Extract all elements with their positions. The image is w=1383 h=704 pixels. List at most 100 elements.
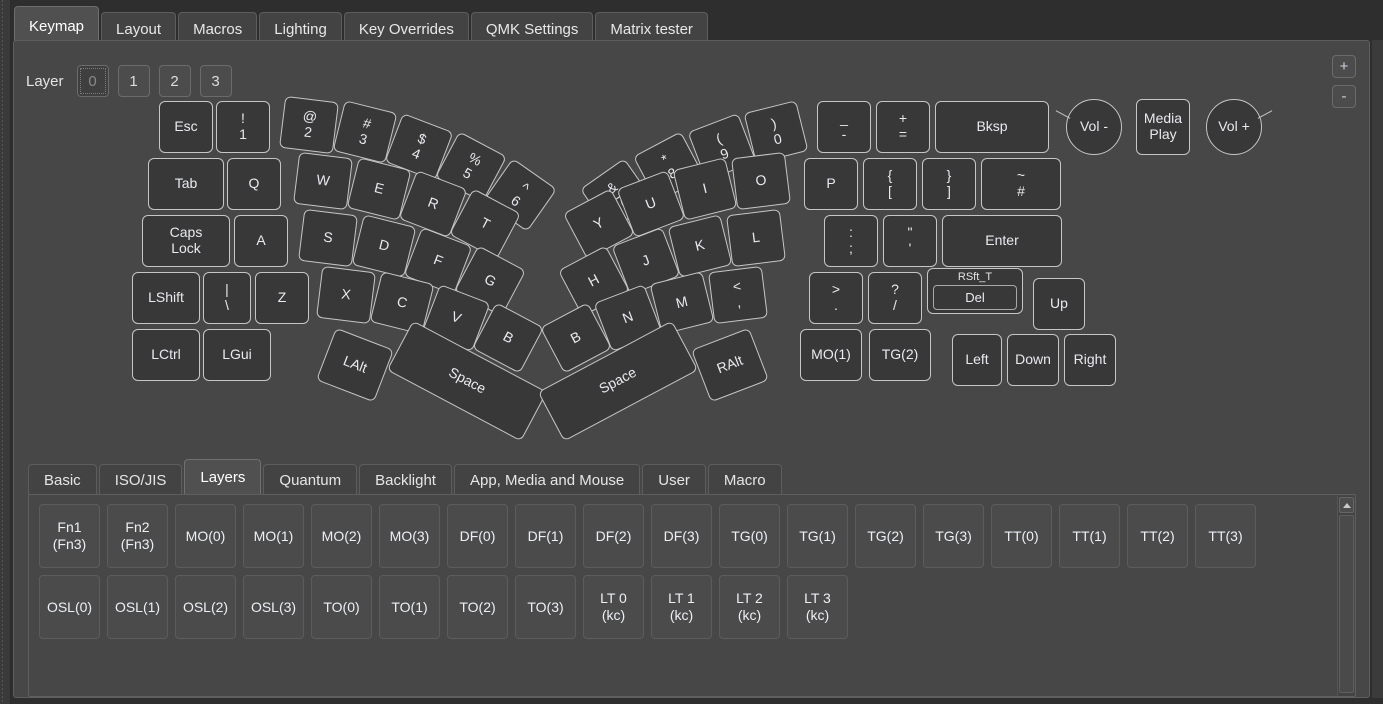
key-left[interactable]: Left [952, 334, 1002, 386]
key-key[interactable]: ? / [868, 272, 922, 324]
key-bksp[interactable]: Bksp [935, 101, 1049, 153]
keycode-tab-basic[interactable]: Basic [28, 464, 97, 495]
keycode-button-to-3[interactable]: TO(3) [515, 575, 576, 639]
keycode-button-to-2[interactable]: TO(2) [447, 575, 508, 639]
keycode-button-mo-3[interactable]: MO(3) [379, 504, 440, 568]
key-z[interactable]: Z [255, 272, 309, 324]
key-media-play[interactable]: Media Play [1136, 99, 1190, 155]
keycode-button-osl-1[interactable]: OSL(1) [107, 575, 168, 639]
keycode-button-mo-1[interactable]: MO(1) [243, 504, 304, 568]
window-scrollbar[interactable] [1371, 40, 1383, 698]
key-lctrl[interactable]: LCtrl [132, 329, 200, 381]
keycode-button-tg-3[interactable]: TG(3) [923, 504, 984, 568]
key-lgui[interactable]: LGui [203, 329, 271, 381]
key-tab[interactable]: Tab [148, 158, 224, 210]
keycode-button-df-2[interactable]: DF(2) [583, 504, 644, 568]
keycode-button-lt-2-kc[interactable]: LT 2 (kc) [719, 575, 780, 639]
key-key[interactable]: } ] [922, 158, 976, 210]
keyboard-configurator-window: Keymap Layout Macros Lighting Key Overrides Q… [0, 0, 1383, 704]
keycode-tab-user[interactable]: User [642, 464, 706, 495]
layer-button-0[interactable]: 0 [76, 65, 109, 97]
key-key[interactable]: ~ # [981, 158, 1061, 210]
keycode-button-df-0[interactable]: DF(0) [447, 504, 508, 568]
keycode-panel-scrollbar[interactable] [1337, 496, 1354, 696]
keycode-button-tt-0[interactable]: TT(0) [991, 504, 1052, 568]
keycode-row: Fn1 (Fn3) Fn2 (Fn3) MO(0) MO(1) MO(2) MO(3) DF… [39, 504, 1256, 568]
window-left-edge [0, 0, 11, 704]
key-k[interactable]: K [667, 214, 733, 278]
key-vol[interactable]: Vol + [1206, 99, 1273, 155]
keycode-section: Basic ISO/JIS Layers Quantum Backlight App, M… [28, 459, 1356, 697]
key-w[interactable]: W [293, 151, 353, 211]
keycode-button-tg-0[interactable]: TG(0) [719, 504, 780, 568]
key-key[interactable]: { [ [863, 158, 917, 210]
keycode-button-mo-2[interactable]: MO(2) [311, 504, 372, 568]
keycode-button-lt-3-kc[interactable]: LT 3 (kc) [787, 575, 848, 639]
key-lalt[interactable]: LAlt [316, 327, 394, 403]
key-o[interactable]: O [731, 151, 791, 211]
keycode-tab-iso-jis[interactable]: ISO/JIS [98, 464, 183, 495]
key-caps-lock[interactable]: Caps Lock [142, 215, 230, 267]
key-s[interactable]: S [298, 208, 358, 268]
keycode-button-df-1[interactable]: DF(1) [515, 504, 576, 568]
key-q[interactable]: Q [227, 158, 281, 210]
keycode-button-to-1[interactable]: TO(1) [379, 575, 440, 639]
keycode-button-tg-2[interactable]: TG(2) [855, 504, 916, 568]
key-key[interactable]: : ; [824, 215, 878, 267]
keycode-button-tt-2[interactable]: TT(2) [1127, 504, 1188, 568]
keycode-button-to-0[interactable]: TO(0) [311, 575, 372, 639]
modtap-tap-label[interactable]: Del [933, 285, 1017, 311]
keycode-tab-quantum[interactable]: Quantum [263, 464, 358, 495]
keycode-button-panel: Fn1 (Fn3) Fn2 (Fn3) MO(0) MO(1) MO(2) MO(3) DF… [28, 494, 1356, 697]
scroll-up-arrow-icon[interactable] [1339, 497, 1354, 513]
keycode-tab-macro[interactable]: Macro [707, 464, 782, 495]
keycode-tab-app-media-and-mouse[interactable]: App, Media and Mouse [453, 464, 641, 495]
keycode-button-tg-1[interactable]: TG(1) [787, 504, 848, 568]
key-mo-1[interactable]: MO(1) [800, 329, 862, 381]
key-tg-2[interactable]: TG(2) [869, 329, 931, 381]
key-key[interactable]: _ - [817, 101, 871, 153]
scrollbar-thumb[interactable] [1339, 515, 1354, 693]
keycode-button-osl-3[interactable]: OSL(3) [243, 575, 304, 639]
keycode-button-tt-1[interactable]: TT(1) [1059, 504, 1120, 568]
keycode-tab-layers[interactable]: Layers [184, 459, 262, 495]
layer-selector: Layer 0123 [26, 65, 232, 97]
zoom-in-button[interactable]: + [1332, 55, 1356, 78]
key-l[interactable]: L [726, 208, 786, 268]
key-key[interactable]: + = [876, 101, 930, 153]
layer-button-3[interactable]: 3 [199, 65, 232, 97]
keycode-button-df-3[interactable]: DF(3) [651, 504, 712, 568]
key-down[interactable]: Down [1007, 334, 1059, 386]
key-ralt[interactable]: RAlt [691, 327, 769, 403]
key-a[interactable]: A [234, 215, 288, 267]
keycode-row: OSL(0) OSL(1) OSL(2) OSL(3) TO(0) TO(1) TO(2) T… [39, 575, 1256, 639]
key-vol[interactable]: Vol - [1055, 99, 1122, 155]
key-m[interactable]: M [649, 271, 715, 335]
keycode-button-tt-3[interactable]: TT(3) [1195, 504, 1256, 568]
key-enter[interactable]: Enter [942, 215, 1062, 267]
keycode-tab-backlight[interactable]: Backlight [359, 464, 452, 495]
keycode-button-osl-0[interactable]: OSL(0) [39, 575, 100, 639]
key-1[interactable]: ! 1 [216, 101, 270, 153]
keycode-button-lt-1-kc[interactable]: LT 1 (kc) [651, 575, 712, 639]
layer-button-2[interactable]: 2 [158, 65, 191, 97]
keycode-button-fn2-fn3[interactable]: Fn2 (Fn3) [107, 504, 168, 568]
layer-button-1[interactable]: 1 [117, 65, 150, 97]
keycode-button-mo-0[interactable]: MO(0) [175, 504, 236, 568]
keycode-button-lt-0-kc[interactable]: LT 0 (kc) [583, 575, 644, 639]
key-x[interactable]: X [316, 265, 376, 325]
modtap-hold-label: RSft_T [957, 271, 993, 283]
keycode-button-fn1-fn3[interactable]: Fn1 (Fn3) [39, 504, 100, 568]
key-2[interactable]: @ 2 [279, 95, 339, 155]
key-up[interactable]: Up [1033, 278, 1085, 330]
keycode-button-osl-2[interactable]: OSL(2) [175, 575, 236, 639]
key-key[interactable]: | \ [203, 272, 251, 324]
key-lshift[interactable]: LShift [132, 272, 200, 324]
key-rsft-t-del[interactable]: RSft_T Del [927, 268, 1023, 314]
key-key[interactable]: > . [809, 272, 863, 324]
key-p[interactable]: P [804, 158, 858, 210]
key-right[interactable]: Right [1064, 334, 1116, 386]
key-key[interactable]: < , [708, 265, 768, 325]
key-key[interactable]: " ' [883, 215, 937, 267]
key-esc[interactable]: Esc [159, 101, 213, 153]
